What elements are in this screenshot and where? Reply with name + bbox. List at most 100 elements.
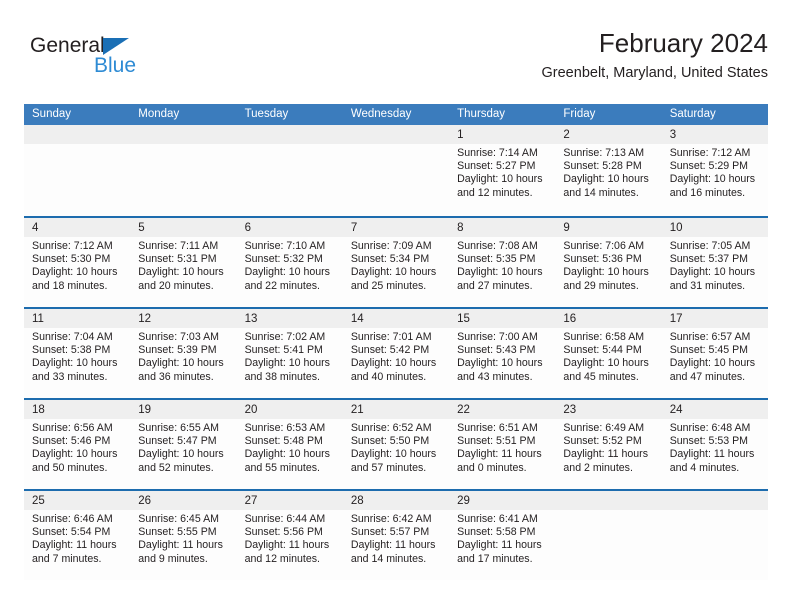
calendar-day-cell[interactable]: 10 Sunrise: 7:05 AM Sunset: 5:37 PM Dayligh…: [661, 218, 768, 307]
sun-details: Sunrise: 6:55 AM Sunset: 5:47 PM Daylight:…: [130, 419, 236, 475]
daylight-text-line1: Daylight: 11 hours: [244, 539, 330, 552]
date-band: 10: [661, 218, 768, 237]
weekday-header-friday: Friday: [563, 108, 596, 120]
sunrise-text: Sunrise: 6:44 AM: [244, 513, 326, 525]
calendar-day-cell[interactable]: 3 Sunrise: 7:12 AM Sunset: 5:29 PM Daylight…: [661, 125, 768, 216]
calendar-day-cell[interactable]: 13 Sunrise: 7:02 AM Sunset: 5:41 PM Dayligh…: [236, 309, 343, 398]
daylight-text-line2: and 52 minutes.: [138, 461, 214, 474]
calendar-day-cell[interactable]: 2 Sunrise: 7:13 AM Sunset: 5:28 PM Daylight…: [555, 125, 662, 216]
date-number: 14: [350, 313, 364, 325]
sunset-text: Sunset: 5:45 PM: [669, 344, 749, 357]
date-number: 18: [32, 404, 45, 416]
sun-details: Sunrise: 7:13 AM Sunset: 5:28 PM Daylight:…: [555, 144, 661, 200]
page-title: February 2024: [598, 28, 768, 58]
sunrise-text: Sunrise: 7:03 AM: [138, 331, 219, 343]
sunrise-text: Sunrise: 7:05 AM: [669, 240, 751, 252]
daylight-text-line2: and 45 minutes.: [563, 370, 639, 383]
date-band: 28: [342, 491, 450, 510]
sunset-text: Sunset: 5:43 PM: [457, 344, 536, 357]
date-band: 22: [449, 400, 556, 419]
calendar-day-cell-empty: [130, 125, 237, 216]
sunset-text: Sunset: 5:36 PM: [563, 253, 642, 266]
daylight-text-line1: Daylight: 11 hours: [32, 539, 117, 552]
page-header: General Blue February 2024 Greenbelt, Ma…: [24, 28, 768, 98]
date-band: 20: [236, 400, 343, 419]
date-band: 23: [555, 400, 662, 419]
sunrise-text: Sunrise: 6:42 AM: [350, 513, 432, 525]
calendar-day-cell[interactable]: 7 Sunrise: 7:09 AM Sunset: 5:34 PM Daylight…: [342, 218, 450, 307]
calendar-day-cell[interactable]: 8 Sunrise: 7:08 AM Sunset: 5:35 PM Daylight…: [449, 218, 556, 307]
daylight-text-line2: and 12 minutes.: [457, 186, 533, 199]
calendar-day-cell[interactable]: 14 Sunrise: 7:01 AM Sunset: 5:42 PM Dayligh…: [342, 309, 450, 398]
sunrise-text: Sunrise: 7:01 AM: [350, 331, 432, 343]
sunset-text: Sunset: 5:37 PM: [669, 253, 749, 266]
calendar-day-cell[interactable]: 27 Sunrise: 6:44 AM Sunset: 5:56 PM Dayligh…: [236, 491, 343, 580]
calendar-day-cell[interactable]: 26 Sunrise: 6:45 AM Sunset: 5:55 PM Dayligh…: [130, 491, 237, 580]
daylight-text-line2: and 14 minutes.: [563, 186, 639, 199]
calendar-day-cell[interactable]: 12 Sunrise: 7:03 AM Sunset: 5:39 PM Dayligh…: [130, 309, 237, 398]
calendar-day-cell[interactable]: 9 Sunrise: 7:06 AM Sunset: 5:36 PM Daylight…: [555, 218, 662, 307]
date-number: 22: [457, 404, 470, 416]
calendar-day-cell[interactable]: 15 Sunrise: 7:00 AM Sunset: 5:43 PM Dayligh…: [449, 309, 556, 398]
date-band: 18: [24, 400, 131, 419]
calendar-day-cell[interactable]: 22 Sunrise: 6:51 AM Sunset: 5:51 PM Dayligh…: [449, 400, 556, 489]
calendar-day-cell[interactable]: 23 Sunrise: 6:49 AM Sunset: 5:52 PM Dayligh…: [555, 400, 662, 489]
date-band: 27: [236, 491, 343, 510]
calendar-day-cell[interactable]: 29 Sunrise: 6:41 AM Sunset: 5:58 PM Dayligh…: [449, 491, 556, 580]
sunset-text: Sunset: 5:52 PM: [563, 435, 642, 448]
weekday-header-thursday: Thursday: [457, 108, 506, 120]
calendar-day-cell[interactable]: 17 Sunrise: 6:57 AM Sunset: 5:45 PM Dayligh…: [661, 309, 768, 398]
calendar-day-cell[interactable]: 24 Sunrise: 6:48 AM Sunset: 5:53 PM Dayligh…: [661, 400, 768, 489]
date-band: [555, 491, 662, 510]
sunrise-text: Sunrise: 7:12 AM: [669, 147, 751, 159]
calendar-day-cell[interactable]: 6 Sunrise: 7:10 AM Sunset: 5:32 PM Daylight…: [236, 218, 343, 307]
calendar-day-cell[interactable]: 1 Sunrise: 7:14 AM Sunset: 5:27 PM Daylight…: [449, 125, 556, 216]
calendar-day-cell-empty: [24, 125, 131, 216]
sun-details: Sunrise: 7:04 AM Sunset: 5:38 PM Daylight:…: [24, 328, 130, 384]
date-band: 29: [449, 491, 556, 510]
date-band: 13: [236, 309, 343, 328]
calendar-day-cell[interactable]: 21 Sunrise: 6:52 AM Sunset: 5:50 PM Dayligh…: [342, 400, 450, 489]
calendar-day-cell[interactable]: 16 Sunrise: 6:58 AM Sunset: 5:44 PM Dayligh…: [555, 309, 662, 398]
date-number: 2: [563, 129, 570, 141]
daylight-text-line1: Daylight: 10 hours: [138, 448, 224, 461]
calendar-day-cell[interactable]: 11 Sunrise: 7:04 AM Sunset: 5:38 PM Dayligh…: [24, 309, 131, 398]
date-number: 6: [244, 222, 251, 234]
sun-details: Sunrise: 6:44 AM Sunset: 5:56 PM Daylight:…: [237, 510, 343, 566]
weekday-header-monday: Monday: [138, 108, 180, 120]
sun-details: Sunrise: 7:10 AM Sunset: 5:32 PM Daylight:…: [237, 237, 343, 293]
general-blue-logo[interactable]: General Blue: [30, 34, 210, 90]
calendar-day-cell[interactable]: 5 Sunrise: 7:11 AM Sunset: 5:31 PM Daylight…: [130, 218, 237, 307]
calendar-day-cell[interactable]: 4 Sunrise: 7:12 AM Sunset: 5:30 PM Daylight…: [24, 218, 131, 307]
date-number: 1: [457, 129, 464, 141]
daylight-text-line1: Daylight: 10 hours: [350, 448, 437, 461]
calendar-day-cell[interactable]: 28 Sunrise: 6:42 AM Sunset: 5:57 PM Dayligh…: [342, 491, 450, 580]
daylight-text-line1: Daylight: 10 hours: [669, 173, 756, 186]
sunset-text: Sunset: 5:31 PM: [138, 253, 217, 266]
calendar-day-cell[interactable]: 19 Sunrise: 6:55 AM Sunset: 5:47 PM Dayligh…: [130, 400, 237, 489]
sunset-text: Sunset: 5:46 PM: [32, 435, 111, 448]
calendar-week-row: 11 Sunrise: 7:04 AM Sunset: 5:38 PM Dayligh…: [24, 307, 768, 398]
sun-details: Sunrise: 6:53 AM Sunset: 5:48 PM Daylight:…: [237, 419, 343, 475]
sun-details: Sunrise: 6:52 AM Sunset: 5:50 PM Daylight:…: [343, 419, 449, 475]
sun-details: Sunrise: 7:08 AM Sunset: 5:35 PM Daylight:…: [449, 237, 555, 293]
sunrise-text: Sunrise: 6:45 AM: [138, 513, 219, 525]
date-number: 15: [457, 313, 470, 325]
calendar-day-cell[interactable]: 20 Sunrise: 6:53 AM Sunset: 5:48 PM Dayligh…: [236, 400, 343, 489]
daylight-text-line2: and 47 minutes.: [669, 370, 746, 383]
calendar-day-cell[interactable]: 25 Sunrise: 6:46 AM Sunset: 5:54 PM Dayligh…: [24, 491, 131, 580]
sunrise-text: Sunrise: 7:08 AM: [457, 240, 538, 252]
daylight-text-line1: Daylight: 10 hours: [669, 266, 756, 279]
date-number: 13: [244, 313, 258, 325]
calendar-day-cell-empty: [661, 491, 768, 580]
calendar-day-cell[interactable]: 18 Sunrise: 6:56 AM Sunset: 5:46 PM Dayligh…: [24, 400, 131, 489]
date-band: [130, 125, 237, 144]
sunrise-text: Sunrise: 7:00 AM: [457, 331, 538, 343]
date-band: [236, 125, 343, 144]
daylight-text-line2: and 31 minutes.: [669, 279, 746, 292]
sun-details: Sunrise: 6:48 AM Sunset: 5:53 PM Daylight:…: [662, 419, 768, 475]
date-number: 21: [350, 404, 364, 416]
date-band: 5: [130, 218, 237, 237]
logo-text-blue: Blue: [94, 54, 137, 77]
daylight-text-line2: and 0 minutes.: [457, 461, 527, 474]
